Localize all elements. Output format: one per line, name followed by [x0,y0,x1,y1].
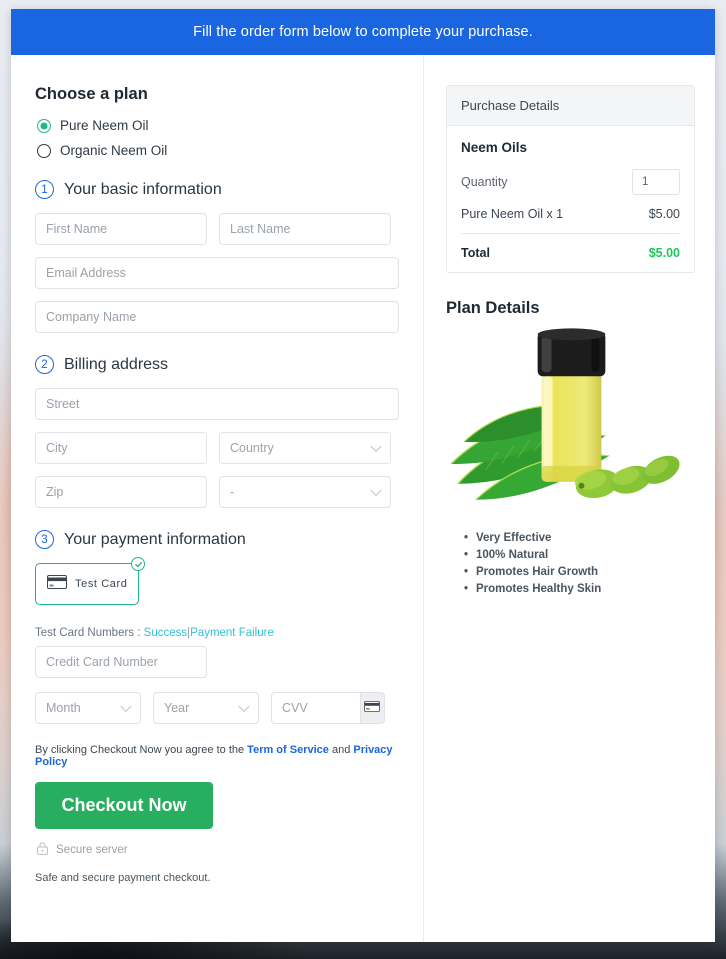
step-title: Billing address [64,355,169,373]
banner: Fill the order form below to complete yo… [11,9,715,55]
radio-icon[interactable] [37,143,51,158]
check-circle-icon [131,557,145,571]
plan-option-label: Organic Neem Oil [60,143,168,158]
purchase-details-header: Purchase Details [447,86,694,126]
plan-benefit-list: Very Effective 100% Natural Promotes Hai… [464,532,695,595]
country-select[interactable]: Country [219,432,391,464]
payment-method-label: Test Card [75,578,128,590]
credit-card-icon [47,574,67,594]
secure-server-label: Secure server [56,844,128,856]
last-name-input[interactable]: Last Name [219,213,391,245]
cvv-group: CVV [271,692,385,724]
chevron-down-icon [370,484,382,497]
divider [461,233,680,234]
line-item-row: Pure Neem Oil x 1 $5.00 [461,207,680,221]
list-item: Promotes Hair Growth [464,566,695,578]
zip-input[interactable]: Zip [35,476,207,508]
test-card-numbers-label: Test Card Numbers : [35,627,141,639]
quantity-input[interactable]: 1 [632,169,680,195]
city-country-row: City Country [35,432,399,464]
form-column: Choose a plan Pure Neem Oil Organic Neem… [11,55,423,942]
expiry-year-select[interactable]: Year [153,692,259,724]
purchase-details-panel: Purchase Details Neem Oils Quantity 1 Pu… [446,85,695,273]
plan-option-pure-neem-oil[interactable]: Pure Neem Oil [37,118,399,133]
email-row: Email Address [35,257,399,289]
step-title: Your payment information [64,530,246,548]
radio-icon-selected[interactable] [37,118,51,133]
step-number: 2 [35,355,54,374]
quantity-label: Quantity [461,175,508,189]
product-name: Neem Oils [461,140,528,155]
secure-server-note: Secure server [37,842,399,858]
card-body: Choose a plan Pure Neem Oil Organic Neem… [11,55,715,942]
purchase-details-body: Neem Oils Quantity 1 Pure Neem Oil x 1 $… [447,126,694,272]
company-name-input[interactable]: Company Name [35,301,399,333]
list-item: 100% Natural [464,549,695,561]
terms-text: By clicking Checkout Now you agree to th… [35,744,399,768]
expiry-month-value: Month [46,701,81,715]
test-card-success-link[interactable]: Success [144,627,187,639]
checkout-card: Fill the order form below to complete yo… [11,9,715,942]
email-input[interactable]: Email Address [35,257,399,289]
plan-option-organic-neem-oil[interactable]: Organic Neem Oil [37,143,399,158]
country-select-value: Country [230,441,274,455]
line-item-price: $5.00 [648,207,680,221]
step-number: 1 [35,180,54,199]
line-item-label: Pure Neem Oil x 1 [461,207,564,221]
cvv-input[interactable]: CVV [271,692,360,724]
test-card-numbers: Test Card Numbers : Success|Payment Fail… [35,627,399,639]
step-number: 3 [35,530,54,549]
total-label: Total [461,246,490,260]
step-title: Your basic information [64,180,222,198]
summary-column: Purchase Details Neem Oils Quantity 1 Pu… [423,55,715,942]
list-item: Very Effective [464,532,695,544]
credit-card-icon [364,699,381,717]
step-payment-information: 3 Your payment information [35,530,399,549]
safe-checkout-note: Safe and secure payment checkout. [35,872,211,884]
chevron-down-icon [238,700,250,713]
step-basic-information: 1 Your basic information [35,180,399,199]
credit-card-row: Credit Card Number [35,646,399,678]
credit-card-number-input[interactable]: Credit Card Number [35,646,207,678]
terms-and: and [331,744,351,756]
state-select[interactable]: - [219,476,391,508]
street-row: Street [35,388,399,420]
street-input[interactable]: Street [35,388,399,420]
zip-state-row: Zip - [35,476,399,508]
expiry-year-value: Year [164,701,190,715]
step-billing-address: 2 Billing address [35,355,399,374]
total-price: $5.00 [648,246,680,260]
name-row: First Name Last Name [35,213,399,245]
quantity-row: Quantity 1 [461,169,680,195]
list-item: Promotes Healthy Skin [464,583,695,595]
plan-details-heading: Plan Details [446,299,540,317]
choose-plan-heading: Choose a plan [35,85,148,103]
city-input[interactable]: City [35,432,207,464]
state-select-value: - [230,485,235,499]
lock-icon [37,842,48,858]
terms-of-service-link[interactable]: Term of Service [247,744,329,756]
terms-prefix: By clicking Checkout Now you agree to th… [35,744,245,756]
chevron-down-icon [370,440,382,453]
test-card-failure-link[interactable]: Payment Failure [190,627,274,639]
checkout-now-button[interactable]: Checkout Now [35,782,213,829]
company-row: Company Name [35,301,399,333]
neem-oil-bottle-image [446,324,695,522]
total-row: Total $5.00 [461,246,680,260]
chevron-down-icon [120,700,132,713]
cvv-help-button[interactable] [359,692,385,724]
payment-method-test-card[interactable]: Test Card [35,557,145,605]
plan-option-label: Pure Neem Oil [60,118,149,133]
expiry-month-select[interactable]: Month [35,692,141,724]
first-name-input[interactable]: First Name [35,213,207,245]
expiry-cvv-row: Month Year CVV [35,692,399,724]
